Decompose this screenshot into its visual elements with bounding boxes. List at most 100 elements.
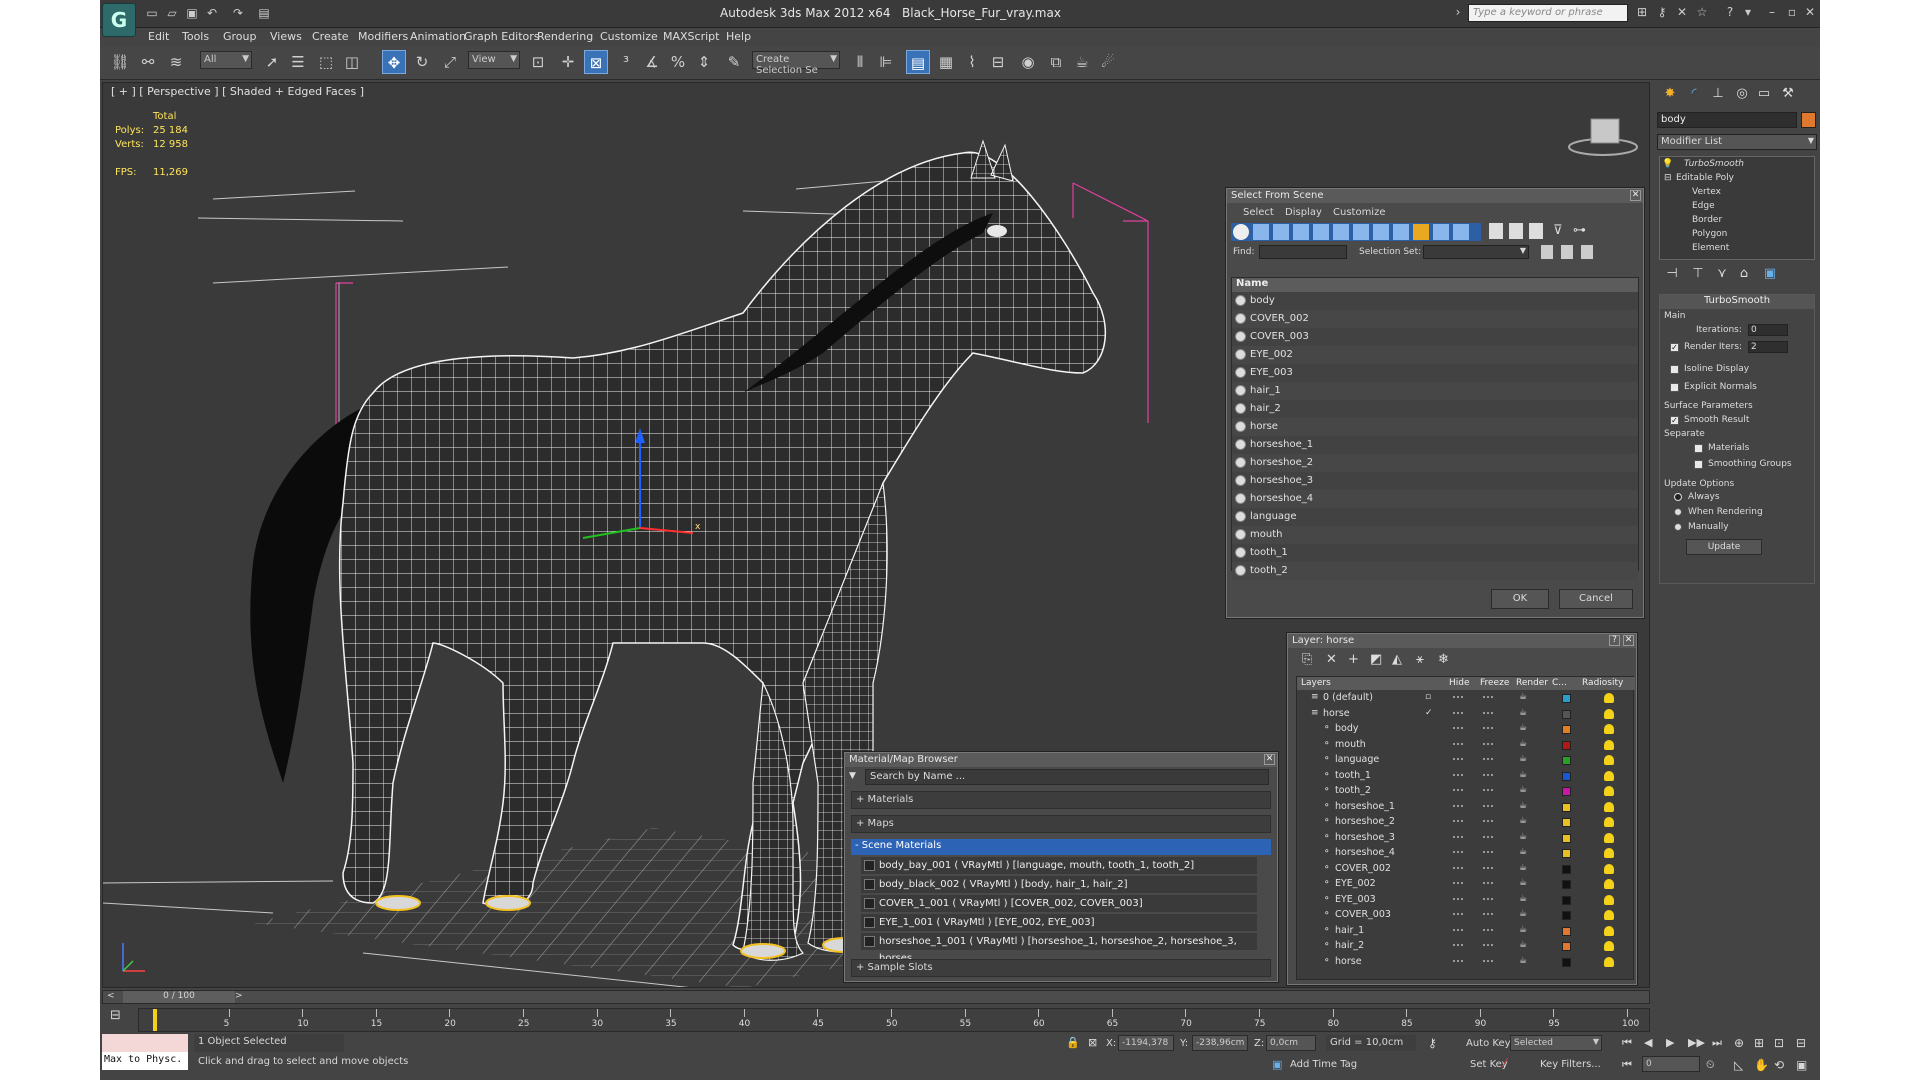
project-folder-icon[interactable]: ▤ [256,6,272,20]
key-filters-button[interactable]: Key Filters... [1540,1059,1601,1070]
field-of-view-icon[interactable]: ◺ [1734,1058,1743,1072]
previous-key-icon[interactable]: ◀ [1644,1036,1652,1049]
help-icon[interactable]: ? [1609,635,1620,646]
edit-set-icon[interactable] [1581,245,1593,259]
redo-icon[interactable]: ↷ [230,6,246,20]
menu-maxscript[interactable]: MAXScript [663,30,719,43]
layer-color-swatch[interactable] [1562,880,1571,889]
key-mode-icon[interactable]: ⚷ [1428,1036,1437,1050]
freeze-toggle[interactable] [1483,773,1493,776]
scene-object-row[interactable]: COVER_003 [1232,328,1638,346]
menu-animation[interactable]: Animation [410,30,466,43]
render-teapot-icon[interactable]: ☕ [1519,692,1527,702]
render-iters-spinner[interactable]: 2 [1748,341,1788,353]
pin-stack-icon[interactable]: ⊣ [1663,266,1681,284]
mirror-icon[interactable]: ⫴ [848,50,872,74]
active-layer-check-icon[interactable]: ✓ [1425,708,1433,718]
save-file-icon[interactable]: ▣ [184,6,200,20]
freeze-toggle[interactable] [1483,897,1493,900]
layer-color-swatch[interactable] [1562,833,1571,843]
layer-row[interactable]: ⚬ hair_1 ☕ [1297,924,1635,939]
freeze-toggle[interactable] [1483,944,1493,946]
minimize-icon[interactable]: – [1764,5,1780,21]
snaps-toggle-icon[interactable]: ³ [614,50,638,74]
render-iters-checkbox[interactable]: ✓ [1670,343,1679,352]
scene-object-row[interactable]: language [1232,508,1638,526]
render-teapot-icon[interactable]: ☕ [1519,925,1527,935]
display-geometry-icon[interactable] [1233,224,1249,240]
scene-object-row[interactable]: EYE_003 [1232,364,1638,382]
radiosity-light-bulb-icon[interactable] [1604,848,1614,858]
radiosity-light-bulb-icon[interactable] [1604,925,1614,936]
spinner-snap-icon[interactable]: ⇕ [692,50,716,74]
display-bones-icon[interactable] [1393,224,1409,240]
layer-color-swatch[interactable] [1562,709,1571,719]
render-teapot-icon[interactable]: ☕ [1519,894,1527,904]
select-and-scale-icon[interactable]: ⤢ [438,50,462,74]
display-xrefs-icon[interactable] [1373,224,1389,240]
create-set-icon[interactable] [1541,245,1553,259]
keyboard-shortcut-override-icon[interactable]: ⊠ [584,50,608,74]
layer-row[interactable]: ⚬ horse ☕ [1297,955,1635,970]
render-setup-icon[interactable]: ⧉ [1044,50,1068,74]
close-icon[interactable]: ✕ [1623,635,1634,646]
rollout-title[interactable]: TurboSmooth [1660,295,1814,309]
remove-modifier-icon[interactable]: ⌂ [1735,266,1753,284]
radiosity-light-bulb-icon[interactable] [1604,724,1614,734]
freeze-toggle[interactable] [1483,882,1493,884]
select-none-icon[interactable] [1509,223,1523,239]
community-icon[interactable]: ✕ [1674,5,1690,21]
hide-toggle[interactable] [1453,742,1463,745]
separate-smoothing-groups-checkbox[interactable] [1694,460,1703,469]
go-to-start-icon[interactable]: ⏮ [1622,1036,1632,1050]
layer-row[interactable]: ⚬ horseshoe_2 ☕ [1297,815,1635,830]
search-input[interactable]: Type a keyword or phrase [1468,4,1628,22]
radiosity-light-bulb-icon[interactable] [1604,956,1614,967]
iterations-spinner[interactable]: 0 [1748,324,1788,336]
radiosity-light-bulb-icon[interactable] [1604,910,1614,920]
cancel-button[interactable]: Cancel [1559,589,1633,609]
col-render[interactable]: Render [1516,678,1548,688]
absolute-mode-icon[interactable]: ⊠ [1088,1036,1097,1049]
hide-toggle[interactable] [1453,804,1463,807]
layer-row[interactable]: ⚬ EYE_002 ☕ [1297,877,1635,892]
hide-toggle[interactable] [1453,789,1463,791]
radiosity-light-bulb-icon[interactable] [1604,708,1614,719]
radiosity-light-bulb-icon[interactable] [1604,786,1614,796]
menu-views[interactable]: Views [270,30,302,43]
select-objects-icon[interactable]: ◩ [1370,652,1382,667]
freeze-toggle[interactable] [1483,866,1493,869]
layer-row[interactable]: ≡ 0 (default) ▫ ☕ [1297,691,1635,706]
hide-toggle[interactable] [1453,727,1463,729]
hide-toggle[interactable] [1453,773,1463,776]
bind-space-warp-icon[interactable]: ≋ [164,50,188,74]
maximize-viewport-icon[interactable]: ▣ [1796,1058,1807,1072]
browser-options-icon[interactable]: ▼ [849,771,856,781]
utilities-tab-icon[interactable]: ⚒ [1779,86,1797,104]
freeze-toggle[interactable] [1483,742,1493,745]
close-icon[interactable]: ✕ [1264,754,1275,765]
highlight-layer-icon[interactable]: ◭ [1392,652,1402,667]
stack-edge[interactable]: Edge [1692,201,1715,211]
hide-toggle[interactable] [1453,835,1463,838]
render-teapot-icon[interactable]: ☕ [1519,847,1527,857]
radiosity-light-bulb-icon[interactable] [1604,832,1614,843]
freeze-toggle[interactable] [1483,711,1493,714]
hide-toggle[interactable] [1453,758,1463,760]
menu-customize[interactable]: Customize [1333,207,1386,218]
display-containers-icon[interactable] [1413,224,1429,240]
freeze-toggle[interactable] [1483,696,1493,698]
name-column-header[interactable]: Name [1232,278,1638,292]
key-icon[interactable]: ⚷ [1654,5,1670,21]
radiosity-light-bulb-icon[interactable] [1604,693,1614,703]
scene-object-row[interactable]: hair_2 [1232,400,1638,418]
set-key-button[interactable]: Set Key [1470,1059,1508,1070]
configure-sets-icon[interactable]: ▣ [1761,266,1779,284]
render-teapot-icon[interactable]: ☕ [1519,863,1527,873]
hide-toggle[interactable] [1453,820,1463,822]
ok-button[interactable]: OK [1491,589,1549,609]
z-coordinate-input[interactable]: 0,0cm [1266,1035,1316,1051]
dialog-title-bar[interactable]: Material/Map Browser ✕ [845,753,1277,767]
layer-color-swatch[interactable] [1562,849,1571,858]
layer-row[interactable]: ⚬ language ☕ [1297,753,1635,768]
